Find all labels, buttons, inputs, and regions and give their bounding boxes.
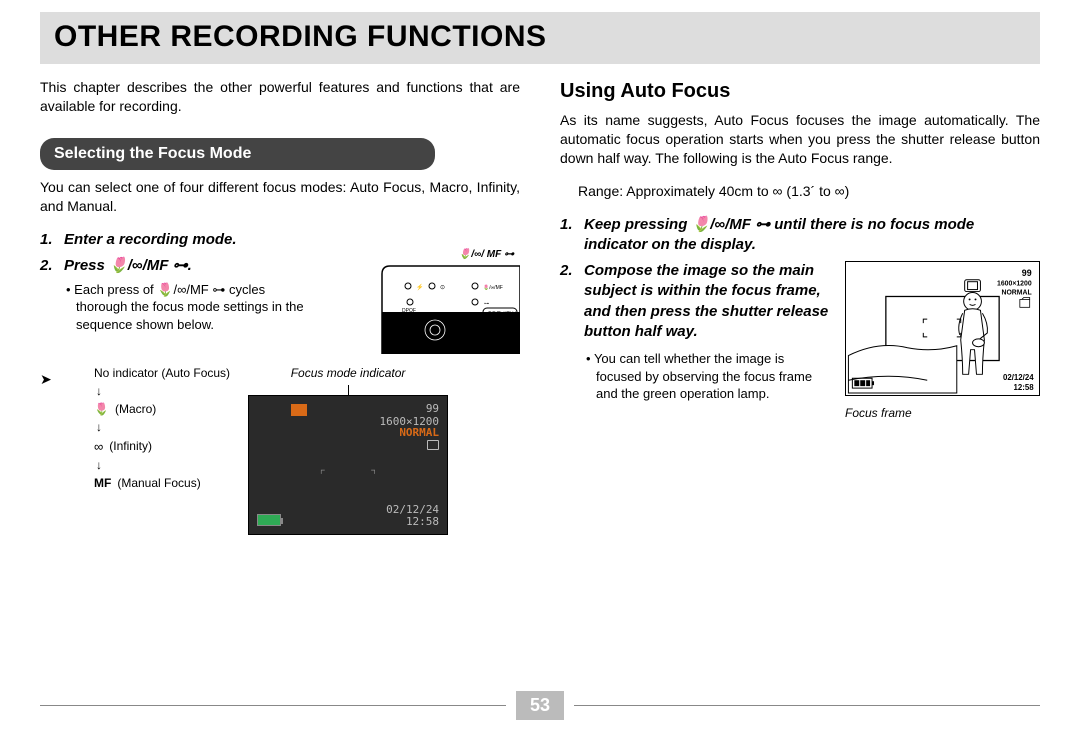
auto-focus-heading: Using Auto Focus	[560, 78, 1040, 105]
svg-text:02/12/24: 02/12/24	[1003, 373, 1034, 382]
arrow-down-icon: ↓	[94, 458, 230, 472]
battery-icon	[257, 514, 281, 526]
infinity-icon: ∞	[94, 435, 103, 458]
macro-icon: 🌷	[94, 399, 109, 421]
lcd-time: 12:58	[386, 516, 439, 528]
svg-text:⚡: ⚡	[416, 283, 423, 291]
left-step2-suffix: .	[188, 257, 192, 274]
left-column: This chapter describes the other powerfu…	[40, 78, 520, 541]
left-step2-prefix: Press	[64, 257, 109, 274]
left-step-1: Enter a recording mode.	[40, 230, 520, 250]
auto-focus-range: Range: Approximately 40cm to ∞ (1.3´ to …	[578, 182, 1040, 201]
svg-text:12:58: 12:58	[1013, 383, 1034, 392]
focus-mode-button-icon: 🌷/∞/MF ⊶	[692, 216, 771, 233]
focus-indicator-icon	[291, 404, 307, 416]
lcd-quality: NORMAL	[399, 426, 439, 441]
viewfinder-diagram: 99 1600×1200 NORMAL	[845, 261, 1040, 421]
focus-mode-button-icon: 🌷/∞/MF ⊶	[109, 257, 188, 274]
camera-back-diagram: 🌷/∞/ MF ⊶ ⚡ ⊙ 🌷/∞/MF	[380, 248, 520, 358]
svg-text:NORMAL: NORMAL	[1001, 290, 1031, 297]
camera-button-label: 🌷/∞/ MF ⊶	[380, 248, 520, 262]
arrow-down-icon: ↓	[94, 420, 230, 434]
svg-text:⊶: ⊶	[484, 301, 489, 307]
right-step-2: Compose the image so the main subject is…	[560, 261, 1040, 421]
left-step1-label: Enter a recording mode.	[64, 231, 237, 248]
lcd-preview: Focus mode indicator 99 1600×1200 NORMAL	[248, 365, 448, 535]
page-title-bar: OTHER RECORDING FUNCTIONS	[40, 12, 1040, 64]
right-column: Using Auto Focus As its name suggests, A…	[560, 78, 1040, 541]
chapter-intro: This chapter describes the other powerfu…	[40, 78, 520, 116]
page-footer: 53	[0, 691, 1080, 720]
card-icon	[427, 440, 439, 450]
svg-text:1600×1200: 1600×1200	[997, 281, 1032, 288]
auto-focus-desc: As its name suggests, Auto Focus focuses…	[560, 111, 1040, 168]
section-heading-focus-mode: Selecting the Focus Mode	[40, 138, 435, 171]
arrow-down-icon: ↓	[94, 384, 230, 398]
right-step-1: Keep pressing 🌷/∞/MF ⊶ until there is no…	[560, 215, 1040, 256]
focus-cycle-list: ➤ No indicator (Auto Focus) ↓ 🌷 (Macro) …	[64, 363, 230, 494]
viewfinder-caption: Focus frame	[845, 405, 1040, 421]
right-step2-label: Compose the image so the main subject is…	[584, 261, 831, 342]
left-step2-bullet: Each press of 🌷/∞/MF ⊶ cycles thorough t…	[64, 281, 304, 334]
focus-mode-desc: You can select one of four different foc…	[40, 178, 520, 216]
svg-text:⊙: ⊙	[440, 285, 445, 291]
svg-text:99: 99	[1022, 268, 1032, 278]
arrow-right-icon: ➤	[40, 367, 52, 392]
focus-marks: ⌜ ⌝	[319, 466, 395, 482]
svg-text:🌷/∞/MF: 🌷/∞/MF	[483, 284, 503, 291]
mf-icon: MF	[94, 473, 111, 495]
left-step-2: Press 🌷/∞/MF ⊶. Each press of 🌷/∞/MF ⊶ c…	[40, 256, 520, 535]
right-step2-bullet: You can tell whether the image is focuse…	[584, 350, 831, 403]
lcd-caption: Focus mode indicator	[248, 365, 448, 381]
svg-text:DPOF: DPOF	[402, 308, 416, 314]
page-title: OTHER RECORDING FUNCTIONS	[54, 20, 1026, 54]
svg-text:PREVIEW: PREVIEW	[488, 312, 516, 318]
lcd-counter: 99	[379, 402, 439, 415]
page-number: 53	[516, 691, 564, 720]
